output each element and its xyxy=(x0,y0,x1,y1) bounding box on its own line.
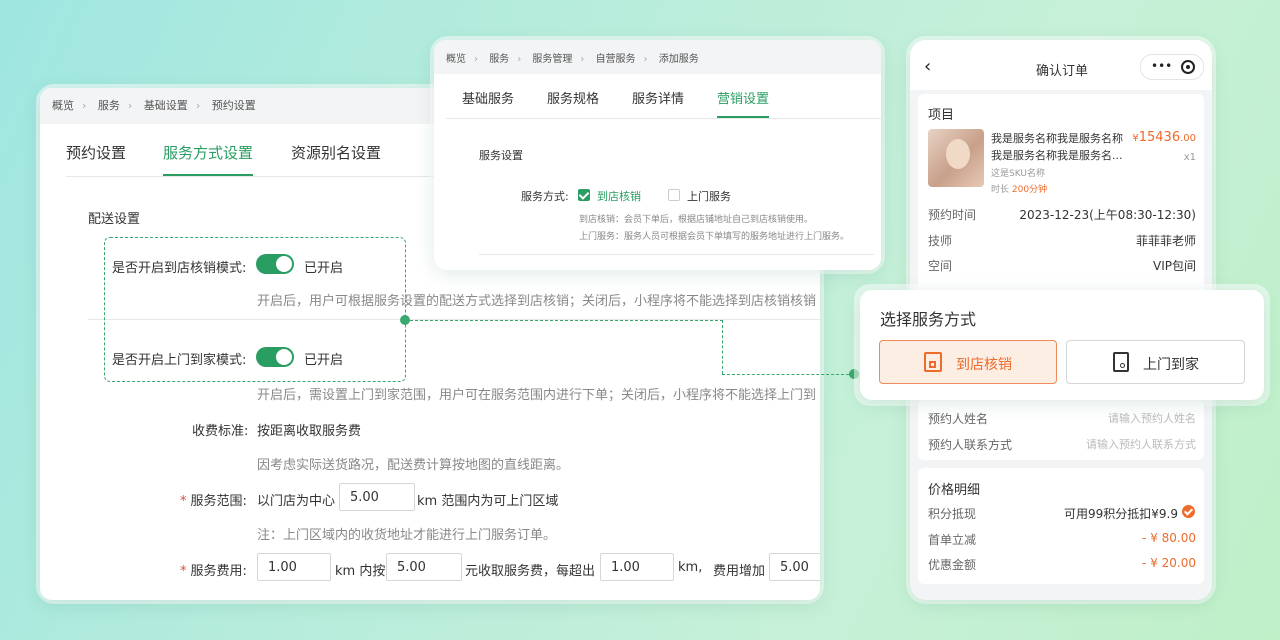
row-value: VIP包间 xyxy=(1153,259,1196,273)
popup-title: 选择服务方式 xyxy=(880,310,977,329)
row-value: 2023-12-23(上午08:30-12:30) xyxy=(1019,208,1196,222)
product-qty: x1 xyxy=(1183,152,1196,163)
breadcrumb-item: 添加服务 xyxy=(658,54,699,65)
contact-name-label: 预约人姓名 xyxy=(928,412,989,426)
fee-base-distance-input[interactable]: 1.00 xyxy=(257,553,331,581)
option-store-label[interactable]: 到店核销 xyxy=(597,188,641,204)
duration: 时长 200分钟 xyxy=(991,182,1047,195)
product-image xyxy=(928,129,984,187)
select-service-method-popup: 选择服务方式 到店核销 上门到家 xyxy=(860,290,1264,400)
points-value[interactable]: 可用99积分抵扣¥9.9 xyxy=(1064,505,1178,522)
mini-program-capsule: ••• xyxy=(1140,54,1204,80)
tab-resource-alias-settings[interactable]: 资源别名设置 xyxy=(291,142,381,163)
discount-label: 首单立减 xyxy=(928,533,977,547)
option-home-label[interactable]: 上门服务 xyxy=(687,188,731,204)
home-desc: 上门服务：服务人员可根据会员下单填写的服务地址进行上门服务。 xyxy=(579,232,850,242)
row-value: 菲菲菲老师 xyxy=(1135,234,1196,248)
breadcrumb-item[interactable]: 概览 xyxy=(52,97,74,113)
breadcrumb-item: 预约设置 xyxy=(211,99,256,112)
connector-line xyxy=(722,374,854,375)
service-settings-panel: 概览 › 服务 › 服务管理 › 自营服务 › 添加服务 基础服务 服务规格 服务详情 … xyxy=(434,40,881,270)
breadcrumb-item[interactable]: 服务 xyxy=(489,50,509,65)
connector-line xyxy=(405,320,723,321)
fee-extra-distance-input[interactable]: 1.00 xyxy=(600,553,674,581)
tab-booking-settings[interactable]: 预约设置 xyxy=(66,142,126,163)
checkbox-store[interactable] xyxy=(578,189,590,201)
contact-name-input[interactable]: 请输入预约人姓名 xyxy=(1108,410,1196,426)
row-label: 空间 xyxy=(928,259,953,273)
duration-value: 200分钟 xyxy=(1011,185,1048,195)
price-detail-title: 价格明细 xyxy=(928,483,981,498)
fee-standard-hint: 因考虑实际送货路况，配送费计算按地图的直线距离。 xyxy=(257,458,570,473)
product-name: 我是服务名称我是服务名... xyxy=(991,149,1123,162)
service-method-label: 服务方式: xyxy=(521,190,569,203)
home-door-icon xyxy=(1113,352,1129,372)
breadcrumb-item[interactable]: 基础设置 xyxy=(144,97,188,113)
checkbox-home[interactable] xyxy=(668,189,680,201)
option-store-button[interactable]: 到店核销 xyxy=(879,340,1057,384)
section-title: 服务设置 xyxy=(479,149,523,162)
breadcrumb: 概览 › 服务 › 基础设置 › 预约设置 xyxy=(52,97,256,113)
highlight-box xyxy=(104,237,406,382)
fee-standard-value: 按距离收取服务费 xyxy=(257,424,362,439)
coupon-label: 优惠金额 xyxy=(928,558,977,572)
check-circle-icon[interactable] xyxy=(1182,505,1195,518)
service-range-prefix: 以门店为中心 xyxy=(257,494,336,509)
required-mark: * xyxy=(180,494,187,509)
fee-text-4: 费用增加 xyxy=(713,564,766,579)
product-price: ¥15436.00 xyxy=(1132,130,1196,145)
contact-phone-label: 预约人联系方式 xyxy=(928,438,1013,452)
page-title: 确认订单 xyxy=(1036,64,1089,79)
service-fee-label-text: 服务费用: xyxy=(190,564,247,579)
product-name: 我是服务名称我是服务名称 xyxy=(991,132,1123,145)
breadcrumb-item[interactable]: 服务 xyxy=(98,97,120,113)
service-range-label: * 服务范围: xyxy=(180,490,247,509)
tab-marketing-settings[interactable]: 营销设置 xyxy=(717,88,769,107)
tab-service-spec[interactable]: 服务规格 xyxy=(547,88,599,107)
project-title: 项目 xyxy=(928,108,955,123)
discount-value: - ¥ 80.00 xyxy=(1142,531,1196,545)
fee-standard-label: 收费标准: xyxy=(192,424,249,439)
tab-service-method-settings[interactable]: 服务方式设置 xyxy=(163,142,253,163)
service-range-input[interactable]: 5.00 xyxy=(339,483,415,511)
fee-text-2: 元收取服务费，每超出 xyxy=(465,564,596,579)
breadcrumb-item[interactable]: 概览 xyxy=(446,50,466,65)
service-range-suffix: km 范围内为可上门区域 xyxy=(417,494,559,509)
row-label: 技师 xyxy=(928,234,953,248)
required-mark: * xyxy=(180,564,187,579)
home-mode-hint: 开启后，需设置上门到家范围，用户可在服务范围内进行下单；关闭后，小程序将不能选择… xyxy=(257,388,817,403)
duration-label: 时长 xyxy=(991,185,1010,195)
points-label: 积分抵现 xyxy=(928,507,977,521)
coupon-value: - ¥ 20.00 xyxy=(1142,556,1196,570)
breadcrumb-item[interactable]: 服务管理 xyxy=(532,50,572,65)
fee-extra-price-input[interactable]: 5.00 xyxy=(769,553,820,581)
option-store-label: 到店核销 xyxy=(956,357,1012,373)
row-label: 预约时间 xyxy=(928,208,977,222)
connector-line xyxy=(722,320,723,374)
option-home-button[interactable]: 上门到家 xyxy=(1066,340,1245,384)
contact-phone-input[interactable]: 请输入预约人联系方式 xyxy=(1086,436,1196,452)
more-dots-icon[interactable]: ••• xyxy=(1151,59,1172,73)
tab-service-detail[interactable]: 服务详情 xyxy=(632,88,684,107)
breadcrumb-item[interactable]: 自营服务 xyxy=(596,50,636,65)
target-icon[interactable] xyxy=(1181,60,1195,74)
tab-basic-service[interactable]: 基础服务 xyxy=(462,88,514,107)
section-title: 配送设置 xyxy=(88,212,141,227)
option-home-label: 上门到家 xyxy=(1143,357,1199,373)
service-fee-label: * 服务费用: xyxy=(180,560,247,579)
fee-text-3: km, xyxy=(678,560,703,575)
fee-base-price-input[interactable]: 5.00 xyxy=(386,553,462,581)
price-decimal: .00 xyxy=(1180,133,1196,144)
price-integer: 15436 xyxy=(1138,130,1181,145)
back-button[interactable]: ‹ xyxy=(924,56,931,77)
sku-name: 这是SKU名称 xyxy=(991,169,1045,179)
breadcrumb: 概览 › 服务 › 服务管理 › 自营服务 › 添加服务 xyxy=(446,50,699,65)
store-icon xyxy=(924,352,942,372)
fee-text-1: km 内按 xyxy=(335,564,386,579)
store-desc: 到店核销：会员下单后，根据店铺地址自己到店核销使用。 xyxy=(579,215,814,225)
service-range-note: 注：上门区域内的收货地址才能进行上门服务订单。 xyxy=(257,528,557,543)
service-range-label-text: 服务范围: xyxy=(190,494,247,509)
